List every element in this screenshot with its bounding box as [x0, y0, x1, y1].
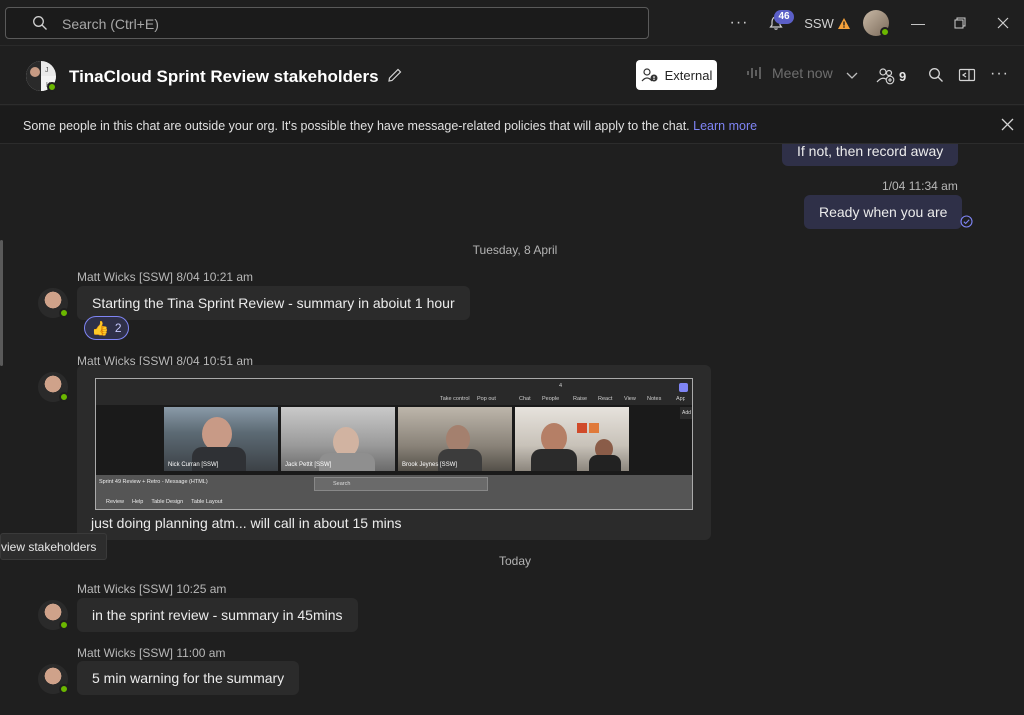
- meet-now-button[interactable]: Meet now: [746, 65, 833, 81]
- read-receipt-icon: [960, 215, 973, 228]
- search-label: Search: [333, 481, 351, 487]
- message-text: 5 min warning for the summary: [92, 670, 285, 686]
- message-bubble[interactable]: 5 min warning for the summary: [77, 661, 300, 695]
- svg-text:J: J: [45, 67, 49, 74]
- learn-more-link[interactable]: Learn more: [693, 119, 757, 133]
- message-meta: Matt Wicks [SSW] 8/04 10:21 am: [77, 270, 254, 284]
- ribbon-tab: Table Design: [151, 499, 184, 505]
- react-label: React: [598, 396, 613, 402]
- more-options-icon[interactable]: ···: [727, 10, 751, 36]
- edit-pencil-icon[interactable]: [386, 67, 403, 84]
- people-label: People: [542, 396, 560, 402]
- message-timestamp: 1/04 11:34 am: [882, 179, 958, 193]
- message-meta: Matt Wicks [SSW] 10:25 am: [77, 582, 227, 596]
- available-status-icon: [59, 308, 69, 318]
- available-status-icon: [880, 27, 890, 37]
- external-button[interactable]: External: [636, 60, 717, 90]
- own-message[interactable]: Ready when you are: [804, 195, 963, 229]
- close-window-icon[interactable]: [993, 10, 1013, 36]
- pop-out-label: Pop out: [477, 396, 496, 402]
- participant-name: Nick Curran [SSW]: [168, 462, 219, 468]
- view-label: View: [624, 396, 636, 402]
- date-separator: Tuesday, 8 April: [472, 243, 558, 257]
- ribbon-tabs: Review Help Table Design Table Layout: [106, 499, 222, 505]
- message-text: just doing planning atm... will call in …: [91, 515, 402, 531]
- message-text: Starting the Tina Sprint Review - summar…: [92, 295, 455, 311]
- pop-out-chat-icon[interactable]: [958, 67, 976, 83]
- chat-label: Chat: [519, 396, 531, 402]
- participants-count: 9: [899, 68, 907, 84]
- shared-screenshot[interactable]: Take control Pop out Chat People 4 Raise…: [95, 378, 693, 510]
- thumbs-up-icon: 👍: [91, 319, 109, 336]
- chevron-down-icon[interactable]: [846, 72, 858, 80]
- close-banner-icon[interactable]: [1001, 118, 1014, 131]
- message-text: If not, then record away: [797, 144, 944, 159]
- notifications-badge: 46: [774, 10, 794, 24]
- search-icon: [33, 16, 47, 30]
- date-separator: Today: [498, 554, 532, 568]
- chat-header: KJ TinaCloud Sprint Review stakeholders …: [0, 47, 1024, 105]
- add-people-icon: [876, 68, 895, 85]
- image-message[interactable]: Take control Pop out Chat People 4 Raise…: [77, 365, 711, 540]
- message-text: in the sprint review - summary in 45mins: [92, 607, 343, 623]
- screenshot-footer: Sprint 49 Review + Retro - Message (HTML…: [96, 475, 692, 509]
- reaction-count: 2: [114, 321, 122, 335]
- people-icon: [641, 68, 658, 82]
- ribbon-tab: Review: [106, 499, 125, 505]
- chat-title[interactable]: TinaCloud Sprint Review stakeholders: [69, 67, 379, 87]
- apps-label: Apps: [676, 396, 685, 402]
- own-message[interactable]: If not, then record away: [782, 144, 959, 166]
- notes-label: Notes: [647, 396, 662, 402]
- raise-label: Raise: [573, 396, 588, 402]
- apps-icon: [679, 383, 688, 392]
- banner-text: Some people in this chat are outside you…: [23, 119, 690, 133]
- warning-icon[interactable]: [836, 10, 852, 36]
- available-status-icon: [59, 392, 69, 402]
- minimize-icon[interactable]: —: [908, 10, 928, 36]
- participant-name: Jack Pettit [SSW]: [285, 462, 332, 468]
- search-input[interactable]: [62, 14, 622, 34]
- external-org-banner: Some people in this chat are outside you…: [0, 106, 1024, 144]
- video-tile: Nick Curran [SSW]: [164, 407, 278, 471]
- search-chat-icon[interactable]: [928, 67, 944, 83]
- search-box[interactable]: [5, 7, 649, 39]
- message-text: Ready when you are: [819, 204, 948, 220]
- more-actions-icon[interactable]: ···: [990, 65, 1009, 83]
- take-control-label: Take control: [440, 396, 470, 402]
- video-tile: Jack Pettit [SSW]: [281, 407, 395, 471]
- scrollbar[interactable]: [0, 240, 3, 366]
- message-list[interactable]: If not, then record away 1/04 11:34 am R…: [0, 144, 1024, 715]
- video-gallery: Nick Curran [SSW] Jack Pettit [SSW] Broo…: [96, 405, 692, 475]
- available-status-icon: [59, 684, 69, 694]
- message-bubble[interactable]: in the sprint review - summary in 45mins: [77, 598, 358, 632]
- tooltip-text: view stakeholders: [1, 540, 97, 554]
- tooltip: view stakeholders: [0, 533, 108, 560]
- audio-wave-icon: [747, 67, 761, 79]
- participants-button[interactable]: 9: [876, 67, 906, 85]
- video-tile: Brook Jeynes [SSW]: [398, 407, 512, 471]
- ribbon-tab: Help: [132, 499, 144, 505]
- screenshot-search-box: Search: [314, 477, 488, 491]
- title-bar: ··· 46 SSW —: [0, 0, 1024, 46]
- org-label[interactable]: SSW: [804, 10, 834, 36]
- people-count-label: 4: [559, 383, 563, 389]
- ribbon-tab: Table Layout: [191, 499, 223, 505]
- tooltip-add: Add: [680, 407, 692, 419]
- screenshot-toolbar: Take control Pop out Chat People 4 Raise…: [96, 379, 692, 405]
- like-reaction[interactable]: 👍 2: [84, 316, 129, 340]
- group-status-icon: [47, 82, 57, 92]
- restore-icon[interactable]: [950, 10, 970, 36]
- doc-title: Sprint 49 Review + Retro - Message (HTML…: [99, 479, 208, 485]
- participant-name: Brook Jeynes [SSW]: [402, 462, 458, 468]
- message-bubble[interactable]: Starting the Tina Sprint Review - summar…: [77, 286, 470, 320]
- meet-now-label: Meet now: [772, 65, 833, 81]
- external-label: External: [664, 67, 713, 83]
- video-tile: [515, 407, 629, 471]
- available-status-icon: [59, 620, 69, 630]
- message-meta: Matt Wicks [SSW] 11:00 am: [77, 646, 226, 660]
